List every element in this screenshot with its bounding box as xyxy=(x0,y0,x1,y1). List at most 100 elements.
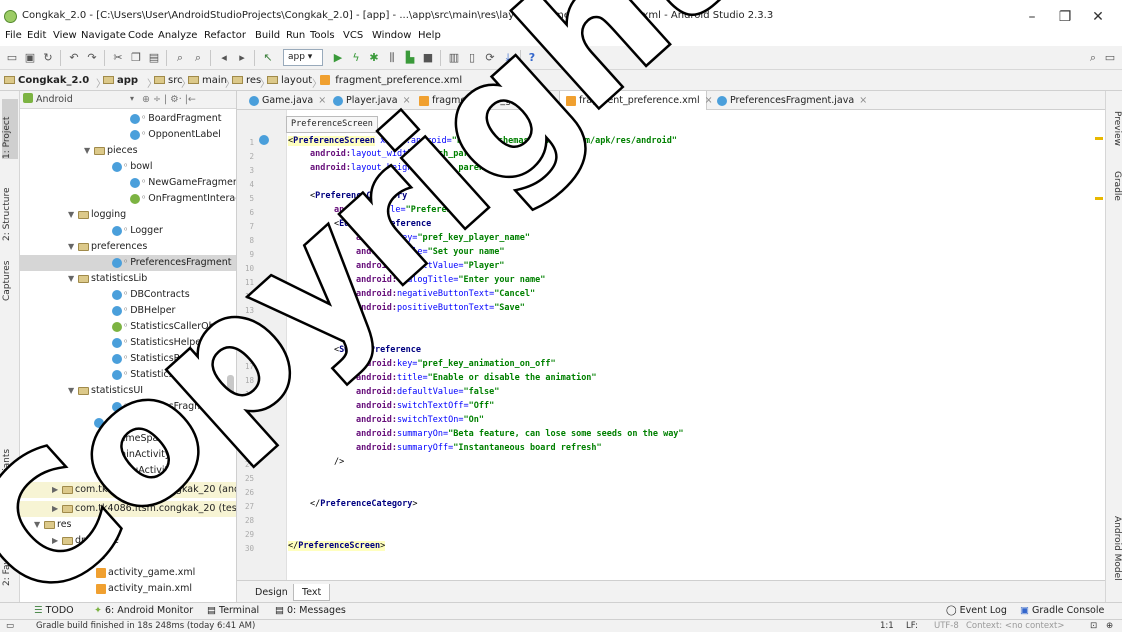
menu-code[interactable]: Code xyxy=(128,30,154,41)
project-view-select[interactable]: Android xyxy=(36,94,73,105)
tree-item[interactable]: ⁰ OpponentLabel xyxy=(20,127,236,143)
tree-item[interactable]: ⁰ StatisticsCallerObject xyxy=(20,319,236,335)
stop-icon[interactable]: ■ xyxy=(420,50,436,66)
tree-folder[interactable]: ▼ statisticsLib xyxy=(20,271,236,287)
context-indicator[interactable]: Context: <no context> xyxy=(966,621,1064,631)
tab-game-java[interactable]: Game.java × xyxy=(243,91,326,110)
menu-tools[interactable]: Tools xyxy=(310,30,335,41)
breadcrumb-src[interactable]: src xyxy=(154,74,183,88)
breadcrumb-file[interactable]: fragment_preference.xml xyxy=(320,74,462,88)
minimize-button[interactable]: – xyxy=(1017,6,1047,28)
help-icon[interactable]: ? xyxy=(524,50,540,66)
menu-view[interactable]: View xyxy=(53,30,77,41)
copy-icon[interactable]: ❐ xyxy=(128,50,144,66)
sync-icon[interactable]: ↻ xyxy=(40,50,56,66)
structure-tool-tab[interactable]: 2: Structure xyxy=(2,171,18,242)
tree-item[interactable]: activity_game.xml xyxy=(20,565,236,581)
status-icon[interactable]: ▭ xyxy=(6,621,14,631)
save-all-icon[interactable]: ▣ xyxy=(22,50,38,66)
menu-vcs[interactable]: VCS xyxy=(343,30,363,41)
chevron-right-icon[interactable]: ▶ xyxy=(52,501,62,517)
breadcrumb-project[interactable]: Congkak_2.0 xyxy=(4,74,89,88)
menu-file[interactable]: File xyxy=(5,30,22,41)
tree-item[interactable]: ⁰ GameSpace xyxy=(20,431,236,447)
tree-item[interactable]: ⁰ BoardFragment xyxy=(20,111,236,127)
project-tool-tab[interactable]: 1: Project xyxy=(2,99,18,159)
cut-icon[interactable]: ✂ xyxy=(110,50,126,66)
breadcrumb-main[interactable]: main xyxy=(188,74,227,88)
redo-icon[interactable]: ↷ xyxy=(84,50,100,66)
tree-item[interactable]: ⁰ DBContracts xyxy=(20,287,236,303)
tree-item[interactable]: ⁰ DBHelper xyxy=(20,303,236,319)
avd-manager-icon[interactable]: ▯ xyxy=(464,50,480,66)
back-icon[interactable]: ◂ xyxy=(216,50,232,66)
tree-item[interactable]: ⁰ NewGameFragment xyxy=(20,175,236,191)
menu-build[interactable]: Build xyxy=(255,30,280,41)
breadcrumb-layout[interactable]: layout xyxy=(267,74,312,88)
tree-item[interactable]: ⁰ StatisticsHelper xyxy=(20,335,236,351)
class-gutter-icon[interactable] xyxy=(259,135,269,145)
chevron-right-icon[interactable]: ▶ xyxy=(52,482,62,498)
menu-refactor[interactable]: Refactor xyxy=(204,30,246,41)
tree-item[interactable]: ⁰ StatisticsReader xyxy=(20,351,236,367)
chevron-down-icon[interactable]: ▼ xyxy=(52,549,62,565)
tree-item[interactable]: ⁰ MainActivity xyxy=(20,447,236,463)
tree-folder[interactable]: ▶ com.tk4086.ftsm.congkak_20 (test) xyxy=(20,501,236,517)
run-icon[interactable]: ▶ xyxy=(330,50,346,66)
close-button[interactable]: ✕ xyxy=(1083,6,1113,28)
tree-item[interactable]: ⁰ bowl xyxy=(20,159,236,175)
line-separator[interactable]: LF: xyxy=(906,621,918,631)
tree-folder[interactable]: ▼ res xyxy=(20,517,236,533)
menu-navigate[interactable]: Navigate xyxy=(81,30,126,41)
lock-icon[interactable]: ⊡ xyxy=(1090,621,1097,631)
error-stripe-marker[interactable] xyxy=(1095,137,1103,140)
tab-preferences-fragment[interactable]: PreferencesFragment.java × xyxy=(711,91,867,110)
tree-folder[interactable]: ▼ layout xyxy=(20,549,236,565)
run-configuration-select[interactable]: app ▾ xyxy=(283,49,323,66)
tree-item[interactable]: ⁰ Logger xyxy=(20,223,236,239)
error-stripe-marker[interactable] xyxy=(1095,197,1103,200)
sdk-manager-icon[interactable]: ▥ xyxy=(446,50,462,66)
chevron-down-icon[interactable]: ▼ xyxy=(68,383,78,399)
tab-text[interactable]: Text xyxy=(293,584,331,601)
attach-debugger-icon[interactable]: ▙ xyxy=(402,50,418,66)
find-icon[interactable]: ⌕ xyxy=(172,50,188,66)
tab-fragment-new-game[interactable]: fragment_new_game.xml× xyxy=(413,91,566,110)
gradle-console-tool-tab[interactable]: ▣ Gradle Console xyxy=(1020,605,1104,616)
debug-icon[interactable]: ✱ xyxy=(366,50,382,66)
tree-item[interactable]: ⁰ MenuActivity xyxy=(20,463,236,479)
code-editor[interactable]: <PreferenceScreen xmlns:android="http://… xyxy=(288,110,1105,580)
file-encoding[interactable]: UTF-8 xyxy=(934,621,959,631)
messages-tool-tab[interactable]: ▤ 0: Messages xyxy=(275,605,346,616)
menu-edit[interactable]: Edit xyxy=(27,30,46,41)
replace-icon[interactable]: ⌕ xyxy=(190,50,206,66)
open-icon[interactable]: ▭ xyxy=(4,50,20,66)
caret-position[interactable]: 1:1 xyxy=(880,621,894,631)
menu-window[interactable]: Window xyxy=(372,30,411,41)
menu-analyze[interactable]: Analyze xyxy=(158,30,197,41)
tab-player-java[interactable]: Player.java × xyxy=(327,91,411,110)
tree-folder[interactable]: ▼ logging xyxy=(20,207,236,223)
favorites-tool-tab[interactable]: 2: Favorites xyxy=(2,521,18,586)
tree-item[interactable]: ⁰OnFragmentInteractionListener xyxy=(20,191,236,207)
forward-icon[interactable]: ▸ xyxy=(234,50,250,66)
menu-run[interactable]: Run xyxy=(286,30,305,41)
gradle-tool-tab[interactable]: Gradle xyxy=(1108,171,1122,211)
tree-item[interactable]: ⁰ GameActivity xyxy=(20,415,236,431)
tree-item[interactable]: activity_main.xml xyxy=(20,581,236,597)
chevron-down-icon[interactable]: ▼ xyxy=(68,239,78,255)
event-log-tool-tab[interactable]: ◯ Event Log xyxy=(946,605,1007,616)
tree-folder[interactable]: ▼ statisticsUI xyxy=(20,383,236,399)
captures-tool-tab[interactable]: Captures xyxy=(2,251,18,301)
chevron-down-icon[interactable]: ▼ xyxy=(84,143,94,159)
search-everywhere-icon[interactable]: ⌕ xyxy=(1085,50,1101,66)
tree-folder[interactable]: ▼ pieces xyxy=(20,143,236,159)
chevron-down-icon[interactable]: ▼ xyxy=(68,207,78,223)
tree-scrollbar[interactable] xyxy=(227,375,234,405)
tree-folder[interactable]: ▶ com.tk4086.ftsm.congkak_20 (androidTest… xyxy=(20,482,236,498)
event-icon[interactable]: ⊕ xyxy=(1106,621,1113,631)
tree-folder[interactable]: ▶ drawable xyxy=(20,533,236,549)
tree-item[interactable]: ⁰ PreferencesFragment xyxy=(20,255,236,271)
breadcrumb-res[interactable]: res xyxy=(232,74,261,88)
make-project-icon[interactable]: ↖ xyxy=(260,50,276,66)
